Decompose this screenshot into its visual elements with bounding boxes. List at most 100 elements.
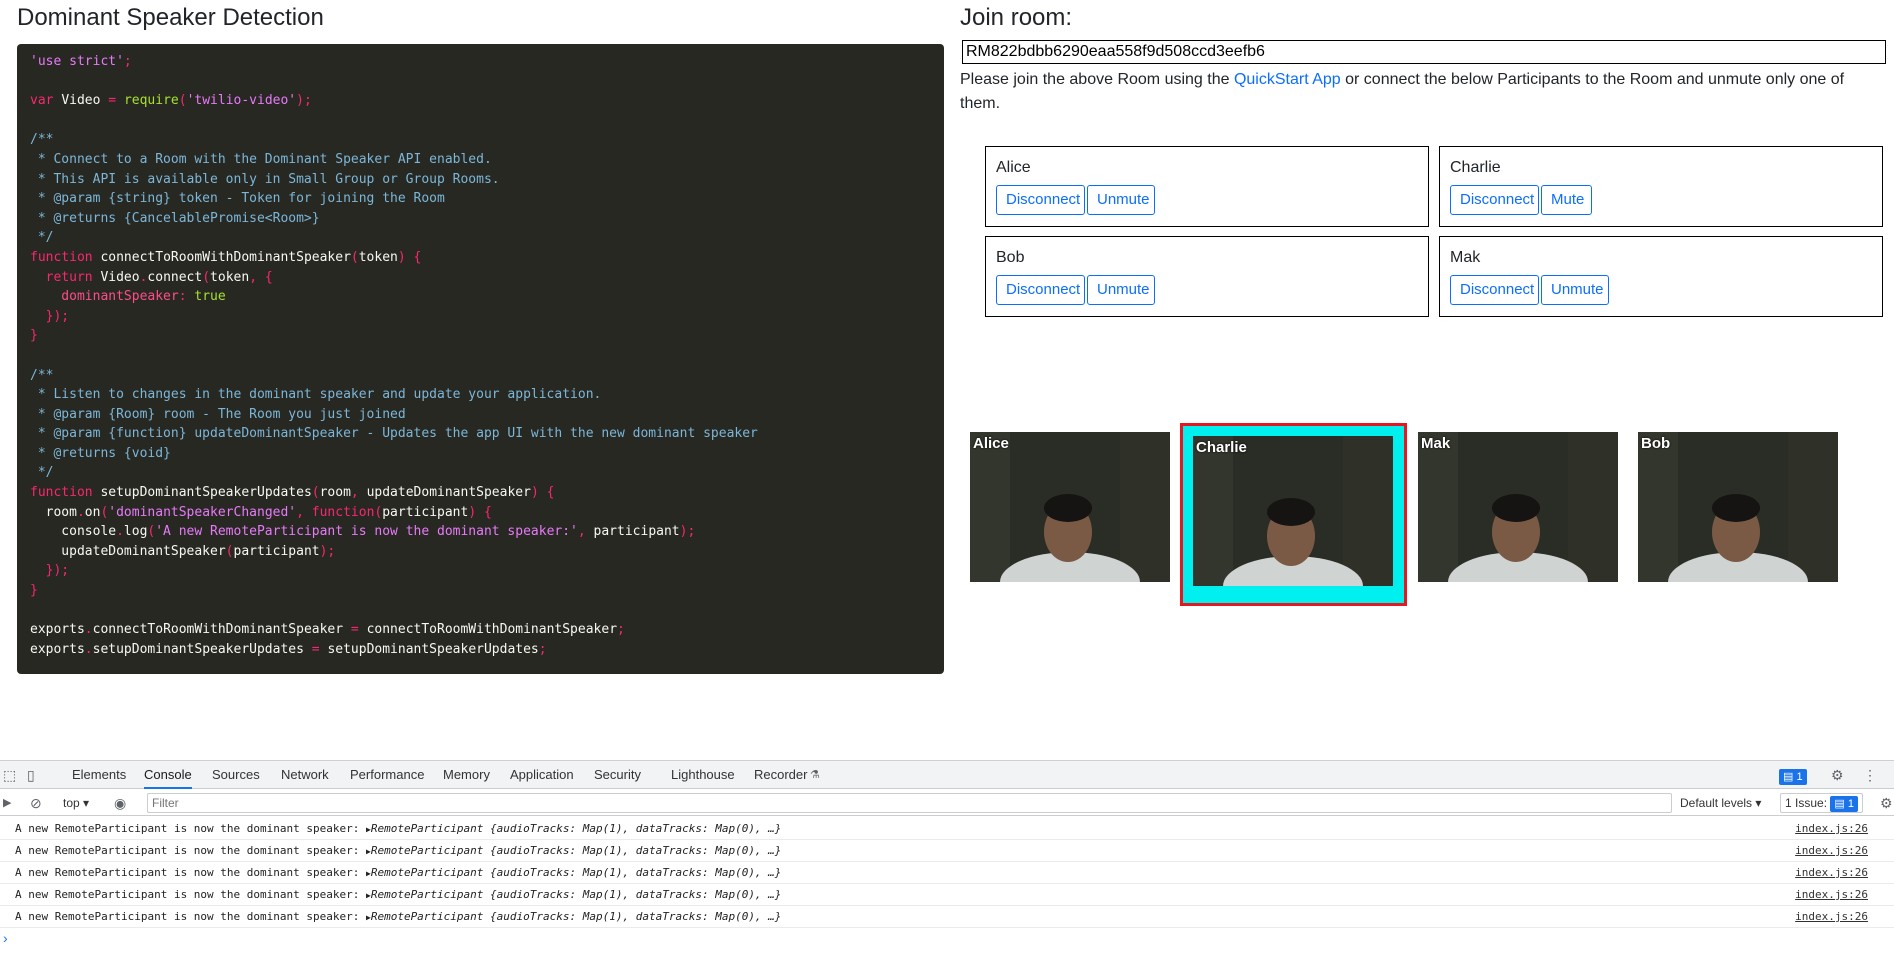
code-token: * @returns {CancelablePromise<Room>} [30,210,320,226]
room-sid-input[interactable] [962,40,1886,64]
code-token: ); [679,524,696,540]
source-link[interactable]: index.js:26 [1795,818,1868,840]
log-levels-dropdown[interactable]: Default levels ▾ [1680,790,1761,816]
room-pane: Join room: Please join the above Room us… [960,0,1890,112]
code-line: */ [30,463,931,483]
source-link[interactable]: index.js:26 [1795,884,1868,906]
messages-count: 1 [1796,771,1803,783]
code-token: * Listen to changes in the dominant spea… [30,387,602,403]
tile-name: Bob [1641,435,1671,452]
code-token: setupDominantSpeakerUpdates [327,641,539,657]
tab-elements[interactable]: Elements [72,761,126,789]
console-settings-icon[interactable]: ⚙ [1880,790,1893,816]
code-token: ) { [397,249,422,265]
page-title: Dominant Speaker Detection [17,4,324,31]
page: Dominant Speaker Detection 'use strict';… [0,0,1894,965]
tab-network[interactable]: Network [281,761,329,789]
tab-recorder[interactable]: Recorder [754,761,807,789]
logged-object[interactable]: RemoteParticipant {audioTracks: Map(1), … [371,844,782,857]
code-token: setupDominantSpeakerUpdates [92,641,312,657]
source-link[interactable]: index.js:26 [1795,840,1868,862]
mute-button[interactable]: Mute [1541,185,1592,215]
context-selector[interactable]: top ▾ [63,790,89,816]
logged-object[interactable]: RemoteParticipant {audioTracks: Map(1), … [371,910,782,923]
gear-icon[interactable]: ⚙ [1831,761,1844,789]
code-line: */ [30,228,931,248]
chevron-down-icon: ▾ [1755,796,1762,810]
eye-icon[interactable]: ◉ [114,790,126,816]
disconnect-button[interactable]: Disconnect [1450,185,1539,215]
unmute-button[interactable]: Unmute [1541,275,1609,305]
code-token: 'use strict' [30,54,124,69]
issues-button[interactable]: 1 Issue: ▤ 1 [1780,793,1863,813]
code-token: Video [100,269,140,285]
code-token: 'dominantSpeakerChanged' [108,504,297,520]
message-text: A new RemoteParticipant is now the domin… [15,888,366,901]
code-line: * This API is available only in Small Gr… [30,170,931,190]
code-line: console.log('A new RemoteParticipant is … [30,522,931,542]
message-text: A new RemoteParticipant is now the domin… [15,844,366,857]
messages-badge[interactable]: ▤ 1 [1779,767,1807,785]
code-token: }); [30,563,70,579]
code-token: connect [147,269,203,285]
code-token: , [350,485,367,501]
participant-card-charlie: Charlie Disconnect Mute [1439,146,1883,227]
message-text: A new RemoteParticipant is now the domin… [15,822,366,835]
unmute-button[interactable]: Unmute [1087,275,1155,305]
disconnect-button[interactable]: Disconnect [1450,275,1539,305]
devtools-tab-bar: ⬚ ▯ Elements Console Sources Network Per… [0,761,1894,789]
code-token: , { [249,269,273,285]
tab-security[interactable]: Security [594,761,641,789]
code-token: * @param {string} token - Token for join… [30,191,445,207]
tab-application[interactable]: Application [510,761,574,789]
code-token: exports [30,641,85,657]
participant-name: Mak [1450,249,1481,266]
code-token: . [84,641,93,657]
tab-sources[interactable]: Sources [212,761,260,789]
code-token: * Connect to a Room with the Dominant Sp… [30,151,492,167]
code-token: function [311,504,375,520]
source-link[interactable]: index.js:26 [1795,862,1868,884]
code-token: * This API is available only in Small Gr… [30,171,500,187]
tab-performance[interactable]: Performance [350,761,424,789]
unmute-button[interactable]: Unmute [1087,185,1155,215]
console-message-text: A new RemoteParticipant is now the domin… [15,840,781,863]
participant-name: Alice [996,159,1031,176]
quickstart-app-link[interactable]: QuickStart App [1234,71,1341,88]
tab-console[interactable]: Console [144,761,192,789]
more-options-icon[interactable]: ⋮ [1863,761,1877,789]
logged-object[interactable]: RemoteParticipant {audioTracks: Map(1), … [371,822,782,835]
logged-object[interactable]: RemoteParticipant {audioTracks: Map(1), … [371,888,782,901]
logged-object[interactable]: RemoteParticipant {audioTracks: Map(1), … [371,866,782,879]
device-toolbar-icon[interactable]: ▯ [27,761,35,789]
disconnect-button[interactable]: Disconnect [996,185,1085,215]
code-token: dominantSpeaker [30,289,179,305]
message-text: A new RemoteParticipant is now the domin… [15,866,366,879]
code-token: Video [61,93,109,109]
console-prompt[interactable]: › [3,930,8,946]
source-link[interactable]: index.js:26 [1795,906,1868,928]
inspect-element-icon[interactable]: ⬚ [3,761,16,789]
code-token: ) { [468,504,492,520]
code-token: ( [225,543,234,559]
code-line: * @param {function} updateDominantSpeake… [30,424,931,444]
code-line: 'use strict'; [30,52,931,72]
filter-input[interactable] [147,793,1672,813]
flask-icon: ⚗ [810,769,820,781]
code-line: function setupDominantSpeakerUpdates(roo… [30,483,931,503]
code-token: participant [593,524,680,540]
code-token: connectToRoomWithDominantSpeaker [100,249,351,265]
tab-lighthouse[interactable]: Lighthouse [671,761,735,789]
clear-console-icon[interactable]: ⊘ [30,790,42,816]
code-line: * @returns {CancelablePromise<Room>} [30,209,931,229]
code-line: dominantSpeaker: true [30,287,931,307]
join-room-title: Join room: [960,4,1073,31]
code-token: true [194,289,226,305]
code-token: 'twilio-video' [186,93,297,109]
code-token: * @param {function} updateDominantSpeake… [30,426,758,442]
console-message: A new RemoteParticipant is now the domin… [0,884,1894,906]
disconnect-button[interactable]: Disconnect [996,275,1085,305]
sidebar-toggle-icon[interactable]: ▶ [3,790,11,816]
code-token: , [296,504,312,520]
tab-memory[interactable]: Memory [443,761,490,789]
